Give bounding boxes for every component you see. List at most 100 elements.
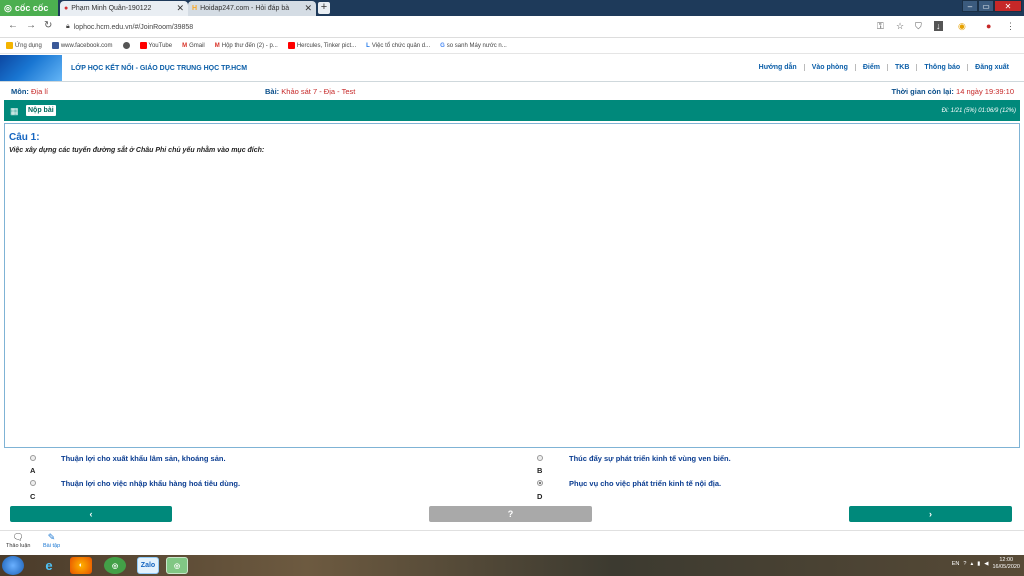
site-logo[interactable]: [0, 55, 62, 81]
bookmark-youtube[interactable]: YouTube: [139, 42, 172, 49]
maximize-button[interactable]: ▭: [978, 0, 994, 12]
quiz-toolbar: [4, 100, 1020, 121]
lock-icon: 🔒︎: [66, 23, 70, 30]
bottom-tabs-bar: [0, 530, 1024, 555]
bookmarks-bar: Ứng dụng www.facebook.com YouTube M Gmail…: [0, 38, 1024, 54]
favicon-icon: ●: [64, 5, 69, 12]
answer-d-letter: D: [537, 492, 543, 501]
previous-question-button[interactable]: ‹: [10, 506, 172, 522]
network-icon[interactable]: ▮: [977, 561, 980, 567]
submit-button[interactable]: Nộp bài: [26, 105, 56, 116]
answer-b-radio[interactable]: [537, 455, 543, 461]
firefox-icon[interactable]: ◐: [70, 557, 92, 574]
progress-text: Đi: 1/21 (5%) 01:06/9 (12%): [941, 108, 1016, 114]
nav-thong-bao[interactable]: Thông báo: [916, 64, 967, 71]
edit-icon: ✎: [47, 532, 56, 542]
tab-title: Hoidap247.com - Hỏi đáp bà: [200, 5, 290, 12]
google-icon: G: [440, 42, 445, 49]
bookmark-hercules[interactable]: Hercules, Tinker pict...: [287, 42, 356, 49]
answer-c-letter: C: [30, 492, 36, 501]
internet-explorer-icon[interactable]: e: [38, 557, 60, 574]
url-text: lophoc.hcm.edu.vn/#/JoinRoom/39858: [73, 23, 194, 31]
download-icon[interactable]: ↓: [934, 21, 943, 31]
forward-icon[interactable]: →: [26, 20, 36, 31]
tray-arrow-icon[interactable]: ▴: [970, 561, 973, 567]
back-icon[interactable]: ←: [8, 20, 18, 31]
nav-tkb[interactable]: TKB: [886, 64, 916, 71]
answer-b-letter: B: [537, 466, 543, 475]
chat-icon: 🗨︎: [12, 532, 24, 542]
bookmark-so-sanh[interactable]: Gso sanh Máy nước n...: [440, 43, 507, 49]
globe-icon: [122, 42, 130, 49]
grid-icon[interactable]: ▦: [10, 106, 19, 117]
facebook-icon: [51, 42, 59, 49]
browser-brand[interactable]: ◎ cốc cốc: [0, 0, 58, 16]
question-title: Câu 1:: [9, 132, 40, 143]
coccoc-taskbar-icon[interactable]: ◎: [104, 557, 126, 574]
subject-info: Môn: Địa lí: [11, 87, 49, 96]
tab-thao-luan[interactable]: 🗨︎ Thảo luận: [6, 532, 30, 549]
answer-c-text[interactable]: Thuận lợi cho việc nhập khẩu hàng hoá ti…: [61, 479, 240, 488]
bookmark-facebook[interactable]: www.facebook.com: [51, 42, 113, 49]
question-help-button[interactable]: ?: [429, 506, 592, 522]
browser-tab-2[interactable]: H Hoidap247.com - Hỏi đáp bà ✕: [188, 1, 316, 16]
site-name: LỚP HỌC KẾT NỐI - GIÁO DỤC TRUNG HỌC TP.…: [71, 65, 248, 72]
favicon-icon: H: [192, 5, 198, 12]
nav-diem[interactable]: Điểm: [854, 64, 887, 71]
answer-d-text[interactable]: Phục vụ cho việc phát triển kinh tế nội …: [569, 479, 721, 488]
time-remaining: Thời gian còn lại: 14 ngày 19:39:10: [891, 87, 1014, 96]
reload-icon[interactable]: ↻: [44, 20, 52, 31]
new-tab-button[interactable]: +: [318, 2, 330, 14]
close-window-button[interactable]: ✕: [994, 0, 1022, 12]
nav-vao-phong[interactable]: Vào phòng: [803, 64, 855, 71]
language-indicator[interactable]: EN: [952, 561, 960, 567]
menu-icon[interactable]: ⋮: [1006, 21, 1015, 32]
zalo-icon[interactable]: Zalo: [137, 557, 159, 574]
next-question-button[interactable]: ›: [849, 506, 1012, 522]
answer-d-radio[interactable]: [537, 480, 543, 486]
nav-dang-xuat[interactable]: Đăng xuất: [967, 64, 1016, 71]
start-button[interactable]: [2, 556, 24, 575]
system-tray: EN ? ▴ ▮ ◀ 12:00 16/05/2020: [952, 557, 1020, 571]
clock-date: 16/05/2020: [992, 564, 1020, 570]
bookmark-apps[interactable]: Ứng dụng: [6, 42, 42, 49]
browser-tab-1[interactable]: ● Phạm Minh Quân-190122 ✕: [60, 1, 188, 16]
clock-time: 12:00: [999, 557, 1014, 563]
gmail-icon: M: [182, 42, 188, 49]
answer-a-letter: A: [30, 466, 36, 475]
nav-huong-dan[interactable]: Hướng dẫn: [752, 64, 804, 71]
clock[interactable]: 12:00 16/05/2020: [992, 557, 1020, 571]
question-panel: [4, 123, 1020, 448]
apps-icon: [6, 42, 13, 49]
coccoc-active-taskbar-icon[interactable]: ◎: [166, 557, 188, 574]
close-tab-icon[interactable]: ✕: [176, 3, 184, 14]
bookmark-viec-to-chuc[interactable]: L Việc tổ chức quản d...: [366, 43, 430, 49]
bookmark-gmail[interactable]: M Gmail: [182, 43, 205, 49]
help-icon[interactable]: ?: [963, 561, 966, 567]
lesson-info: Bài: Khảo sát 7 - Địa - Test: [265, 87, 356, 96]
question-text: Việc xây dựng các tuyến đường sắt ở Châu…: [9, 147, 265, 154]
browser-brand-label: cốc cốc: [14, 3, 49, 13]
answer-b-text[interactable]: Thúc đẩy sự phát triển kinh tế vùng ven …: [569, 454, 731, 463]
profile-icon[interactable]: ●: [986, 21, 991, 31]
l-icon: L: [366, 42, 370, 49]
tab-title: Phạm Minh Quân-190122: [71, 5, 152, 12]
extension-icon[interactable]: ◉: [958, 21, 966, 32]
star-icon[interactable]: ☆: [896, 21, 904, 32]
gmail-icon: M: [214, 42, 220, 49]
shield-icon[interactable]: ⛉: [915, 21, 922, 32]
url-field[interactable]: 🔒︎ lophoc.hcm.edu.vn/#/JoinRoom/39858: [66, 19, 866, 35]
bookmark-inbox[interactable]: M Hộp thư đến (2) - p...: [215, 43, 278, 49]
bookmark-unnamed[interactable]: [122, 42, 130, 49]
volume-icon[interactable]: ◀: [984, 561, 988, 567]
answer-c-radio[interactable]: [30, 480, 36, 486]
answer-a-radio[interactable]: [30, 455, 36, 461]
answer-a-text[interactable]: Thuận lợi cho xuất khẩu lâm sản, khoáng …: [61, 454, 226, 463]
key-icon[interactable]: ⚿: [877, 21, 884, 32]
minimize-button[interactable]: –: [962, 0, 978, 12]
close-tab-icon[interactable]: ✕: [304, 3, 312, 14]
tab-bai-tap[interactable]: ✎ Bài tập: [43, 532, 60, 549]
youtube-icon: [287, 42, 295, 49]
coccoc-logo-icon: ◎: [4, 2, 12, 13]
youtube-icon: [139, 42, 147, 49]
